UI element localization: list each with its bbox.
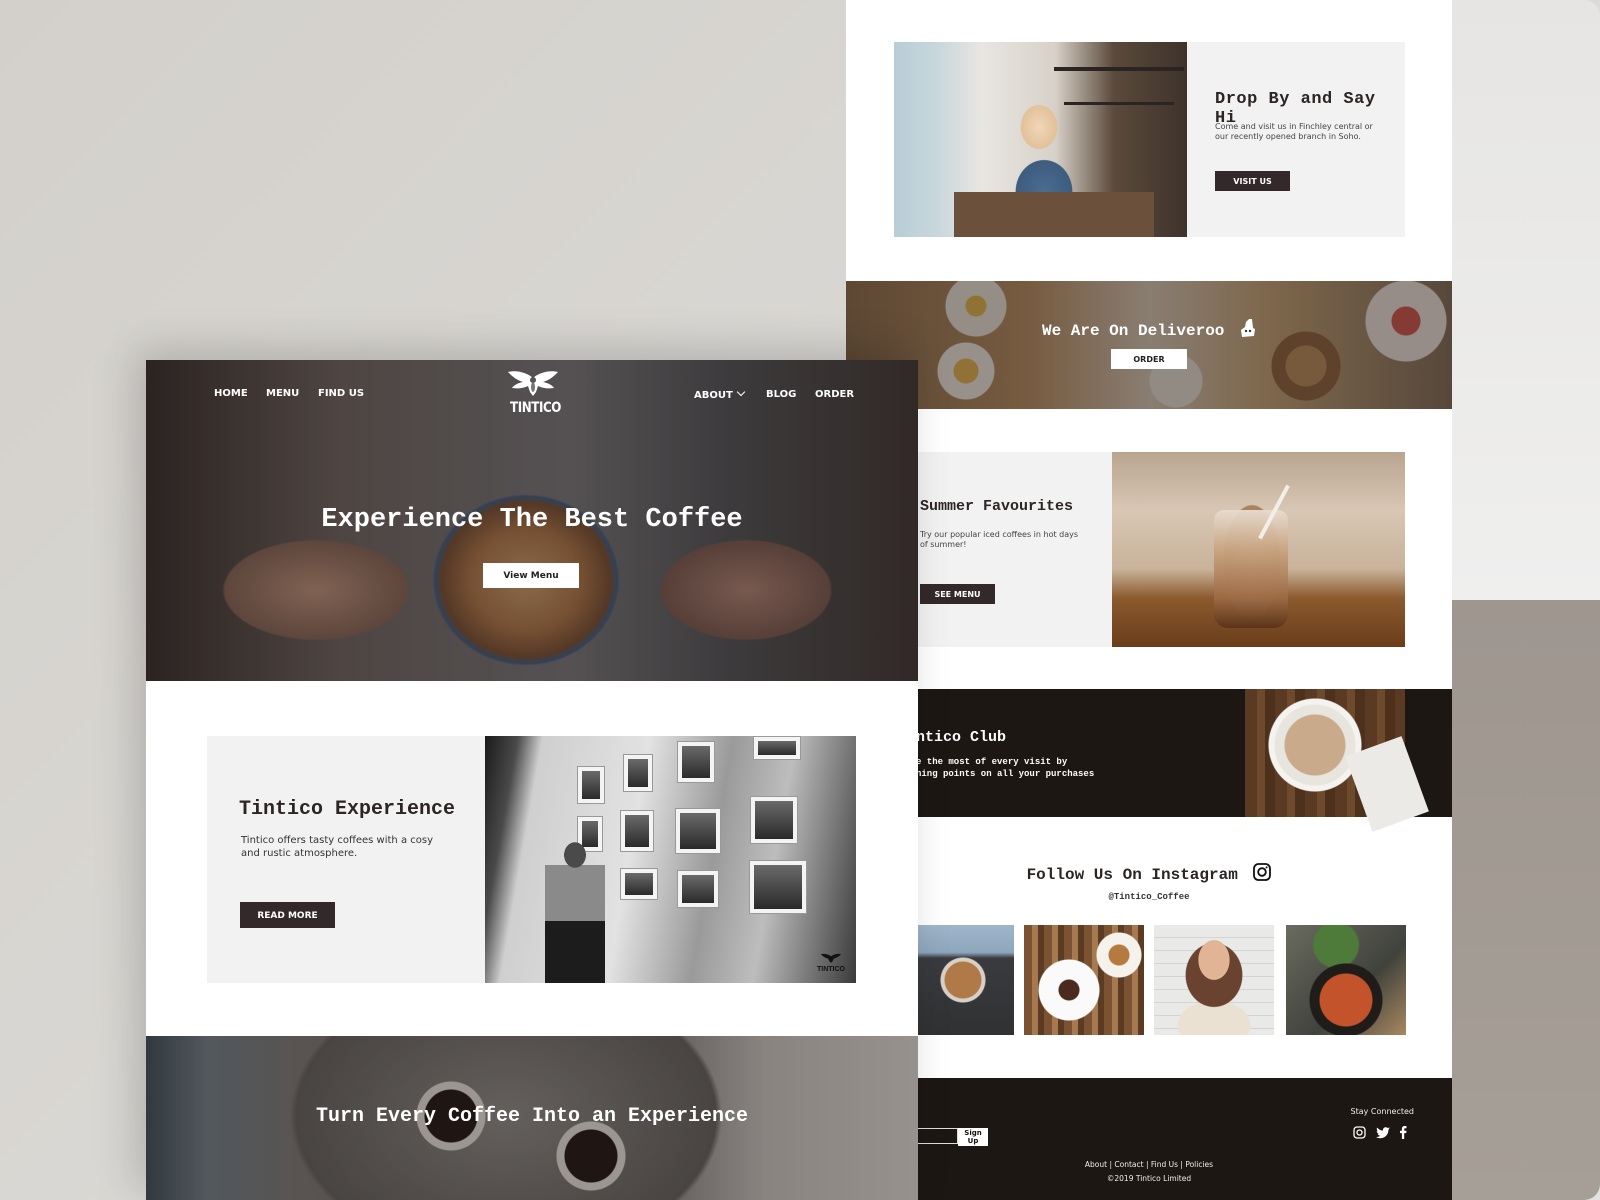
instagram-tile-iced-coffee[interactable] <box>918 925 1014 1035</box>
nav-blog[interactable]: BLOG <box>766 389 796 400</box>
instagram-icon[interactable] <box>1253 863 1272 881</box>
club-text-line: e the most of every visit by <box>916 757 1068 767</box>
footer: n the Loop Sign Up Stay Connected About … <box>846 1078 1452 1200</box>
banner-title: Turn Every Coffee Into an Experience <box>315 1105 749 1128</box>
instagram-tile-latte-cake[interactable] <box>1024 925 1144 1035</box>
summer-favourites-section: Summer Favourites Try our popular iced c… <box>846 452 1405 647</box>
nav-order[interactable]: ORDER <box>815 389 854 400</box>
view-menu-button[interactable]: View Menu <box>483 563 579 588</box>
twitter-icon[interactable] <box>1376 1126 1390 1139</box>
iced-coffee-jar-photo <box>1112 452 1405 647</box>
order-button[interactable]: ORDER <box>1111 349 1187 369</box>
nav-find-us[interactable]: FIND US <box>318 388 364 399</box>
footer-link-policies[interactable]: Policies <box>1185 1160 1213 1169</box>
visit-us-button[interactable]: VISIT US <box>1215 171 1290 191</box>
nav-home[interactable]: HOME <box>214 388 248 399</box>
tintico-club-section: ntico Club e the most of every visit by … <box>846 689 1452 832</box>
read-more-button[interactable]: READ MORE <box>240 902 335 928</box>
chevron-down-icon <box>737 387 746 397</box>
experience-title: Tintico Experience <box>239 798 456 821</box>
experience-text: Tintico offers tasty coffees with a cosy… <box>241 835 433 859</box>
instagram-tile-shakshuka[interactable] <box>1286 925 1406 1035</box>
gallery-photo: TINTICO <box>485 736 856 983</box>
experience-section: Tintico Experience Tintico offers tasty … <box>207 736 856 983</box>
background-panel-bottom <box>1452 600 1600 1200</box>
tintico-logo[interactable]: TINTICO <box>506 370 561 418</box>
sign-up-button[interactable]: Sign Up <box>958 1128 988 1146</box>
deliveroo-title: We Are On Deliveroo <box>1041 322 1225 340</box>
summer-text: Try our popular iced coffees in hot days… <box>920 530 1079 549</box>
deliveroo-section: We Are On Deliveroo ORDER <box>846 281 1452 409</box>
person-figure <box>545 841 605 983</box>
summer-title: Summer Favourites <box>920 498 1074 515</box>
see-menu-button[interactable]: SEE MENU <box>920 584 995 604</box>
website-preview-main: HOME MENU FIND US TINTICO ABOUT BLOG ORD… <box>146 360 918 1200</box>
main-nav: HOME MENU FIND US TINTICO ABOUT BLOG ORD… <box>146 360 918 440</box>
nav-about-label: ABOUT <box>694 390 733 401</box>
website-preview-secondary: Drop By and Say Hi Come and visit us in … <box>846 0 1452 1200</box>
hero-section: HOME MENU FIND US TINTICO ABOUT BLOG ORD… <box>146 360 918 681</box>
copyright: ©2019 Tintico Limited <box>1106 1174 1192 1183</box>
footer-links: About | Contact | Find Us | Policies <box>846 1160 1452 1169</box>
stay-connected-label: Stay Connected <box>1350 1107 1414 1116</box>
deliveroo-title-wrap: We Are On Deliveroo <box>846 319 1452 340</box>
drop-by-text: Come and visit us in Finchley central or… <box>1215 122 1373 141</box>
background-panel-top <box>1452 0 1600 600</box>
instagram-title: Follow Us On Instagram <box>1026 866 1238 884</box>
nav-about[interactable]: ABOUT <box>694 387 746 401</box>
club-text-line: ning points on all your purchases <box>916 769 1095 779</box>
cafe-woman-photo <box>894 42 1187 237</box>
footer-link-contact[interactable]: Contact <box>1114 1160 1143 1169</box>
club-text: e the most of every visit by ning points… <box>916 756 1156 780</box>
facebook-icon[interactable] <box>1399 1126 1412 1139</box>
hero-title: Experience The Best Coffee <box>321 505 743 535</box>
winged-logo-icon <box>508 371 558 396</box>
coffee-banner: Turn Every Coffee Into an Experience <box>146 1036 918 1200</box>
instagram-icon[interactable] <box>1353 1126 1366 1139</box>
drop-by-section: Drop By and Say Hi Come and visit us in … <box>894 42 1405 237</box>
footer-link-find-us[interactable]: Find Us <box>1151 1160 1178 1169</box>
footer-link-about[interactable]: About <box>1085 1160 1107 1169</box>
separator: | <box>1143 1160 1151 1169</box>
social-links <box>1353 1126 1412 1139</box>
image-logo-watermark: TINTICO <box>816 953 846 973</box>
club-title: ntico Club <box>916 729 1007 746</box>
instagram-tile-woman-drinking[interactable] <box>1154 925 1274 1035</box>
coffee-cup-photo <box>1245 689 1429 832</box>
logo-text: TINTICO <box>510 400 561 416</box>
watermark-text: TINTICO <box>817 966 845 973</box>
instagram-handle[interactable]: @Tintico_Coffee <box>846 892 1452 902</box>
deliveroo-icon <box>1240 319 1256 337</box>
nav-menu[interactable]: MENU <box>266 388 299 399</box>
instagram-title-wrap: Follow Us On Instagram <box>846 863 1452 884</box>
